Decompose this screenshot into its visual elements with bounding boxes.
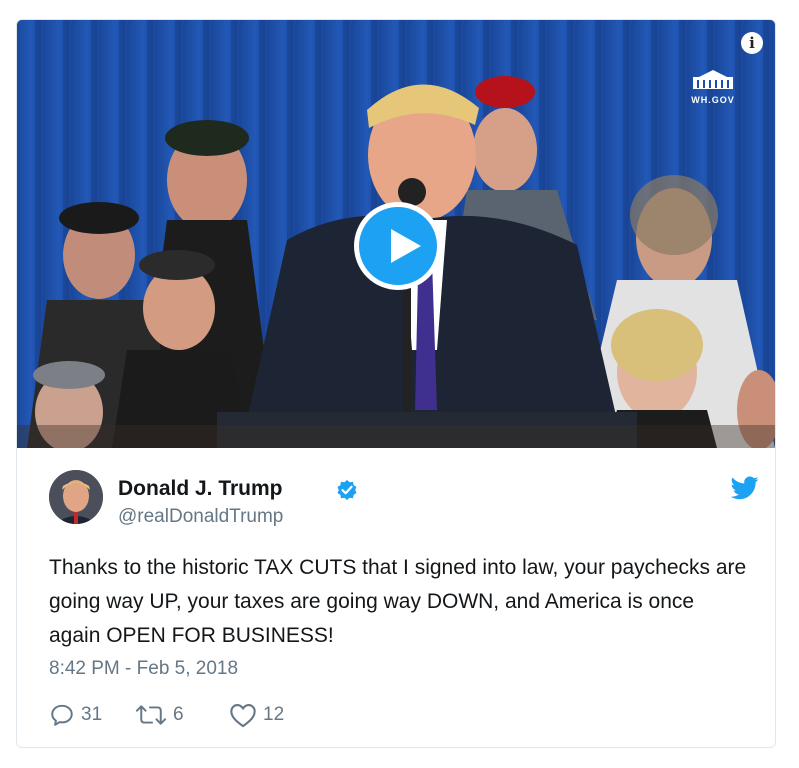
tweet-text: Thanks to the historic TAX CUTS that I s… <box>49 556 747 647</box>
tweet-timestamp[interactable]: 8:42 PM - Feb 5, 2018 <box>49 658 238 680</box>
retweet-icon <box>135 705 167 725</box>
like-count: 12 <box>263 704 285 725</box>
retweet-count: 6 <box>173 704 184 725</box>
heart-icon <box>230 704 256 728</box>
retweet-button[interactable]: 6 <box>135 702 184 728</box>
tweet-header: Donald J. Trump @realDonaldTrump <box>49 470 759 528</box>
avatar[interactable] <box>49 470 103 524</box>
info-icon[interactable]: i <box>741 32 763 54</box>
like-button[interactable]: 12 <box>229 702 284 728</box>
watermark-text: WH.GOV <box>691 95 735 105</box>
reply-count: 31 <box>81 704 103 725</box>
tweet-card: i WH.GOV Donald J. Trump @realDonaldTrum… <box>16 19 776 748</box>
avatar-image <box>49 470 103 524</box>
reply-button[interactable]: 31 <box>49 702 102 728</box>
twitter-bird-icon[interactable] <box>731 476 759 500</box>
play-icon[interactable] <box>354 202 442 290</box>
author-name[interactable]: Donald J. Trump <box>118 477 283 501</box>
white-house-icon <box>693 70 733 89</box>
verified-badge-icon <box>337 480 357 500</box>
video-player[interactable]: i WH.GOV <box>17 20 775 448</box>
author-handle[interactable]: @realDonaldTrump <box>118 506 283 528</box>
wh-gov-watermark: WH.GOV <box>683 70 743 105</box>
reply-icon <box>51 704 73 726</box>
